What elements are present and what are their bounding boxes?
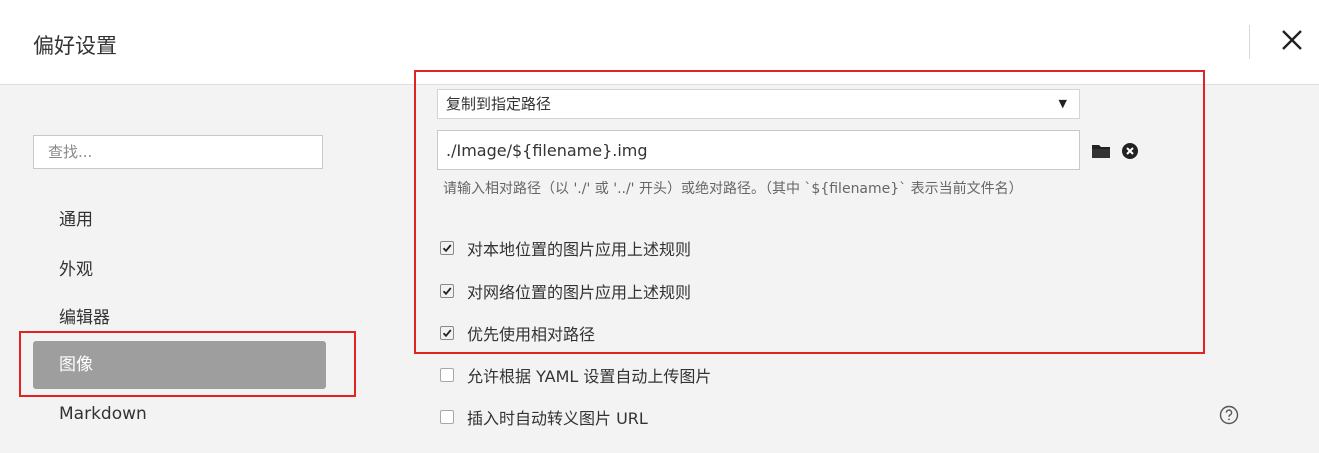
sidebar-item-appearance[interactable]: 外观: [33, 246, 326, 294]
option-escape-url[interactable]: 插入时自动转义图片 URL: [440, 405, 648, 429]
dialog-header: 偏好设置: [0, 0, 1319, 85]
option-label: 对网络位置的图片应用上述规则: [467, 283, 692, 302]
image-path-input[interactable]: [437, 130, 1080, 170]
clear-path-button[interactable]: [1120, 140, 1142, 162]
header-divider: [1249, 25, 1250, 59]
clear-circle-icon: [1122, 143, 1138, 159]
checkbox-network-images[interactable]: [440, 284, 454, 298]
option-label: 优先使用相对路径: [467, 325, 596, 344]
checkmark-icon: [442, 329, 452, 338]
option-network-images[interactable]: 对网络位置的图片应用上述规则: [440, 279, 691, 303]
dialog-title: 偏好设置: [33, 34, 117, 58]
option-relative-path[interactable]: 优先使用相对路径: [440, 321, 595, 345]
sidebar-item-editor[interactable]: 编辑器: [33, 294, 326, 342]
checkbox-escape-url[interactable]: [440, 410, 454, 424]
sidebar-item-image[interactable]: 图像: [33, 341, 326, 389]
option-local-images[interactable]: 对本地位置的图片应用上述规则: [440, 236, 691, 260]
insert-action-select[interactable]: 复制到指定路径 ▼: [437, 89, 1080, 119]
sidebar-item-markdown[interactable]: Markdown: [33, 390, 326, 438]
sidebar-item-general[interactable]: 通用: [33, 196, 326, 244]
checkbox-relative-path[interactable]: [440, 326, 454, 340]
browse-folder-button[interactable]: [1090, 140, 1112, 162]
close-icon: [1282, 30, 1302, 50]
help-circle-icon: [1219, 405, 1239, 425]
folder-icon: [1092, 145, 1110, 158]
option-yaml-upload[interactable]: 允许根据 YAML 设置自动上传图片: [440, 363, 711, 387]
checkbox-yaml-upload[interactable]: [440, 368, 454, 382]
checkbox-local-images[interactable]: [440, 241, 454, 255]
help-button[interactable]: [1219, 405, 1239, 425]
option-label: 插入时自动转义图片 URL: [467, 409, 648, 428]
dropdown-arrow-icon: ▼: [1058, 97, 1067, 110]
insert-action-value: 复制到指定路径: [446, 95, 552, 113]
close-button[interactable]: [1278, 26, 1306, 54]
search-input[interactable]: [33, 135, 323, 169]
option-label: 允许根据 YAML 设置自动上传图片: [467, 367, 712, 386]
option-label: 对本地位置的图片应用上述规则: [467, 240, 692, 259]
checkmark-icon: [442, 287, 452, 296]
path-hint-text: 请输入相对路径（以 './' 或 '../' 开头）或绝对路径。（其中 `${f…: [443, 181, 1023, 197]
checkmark-icon: [442, 244, 452, 253]
